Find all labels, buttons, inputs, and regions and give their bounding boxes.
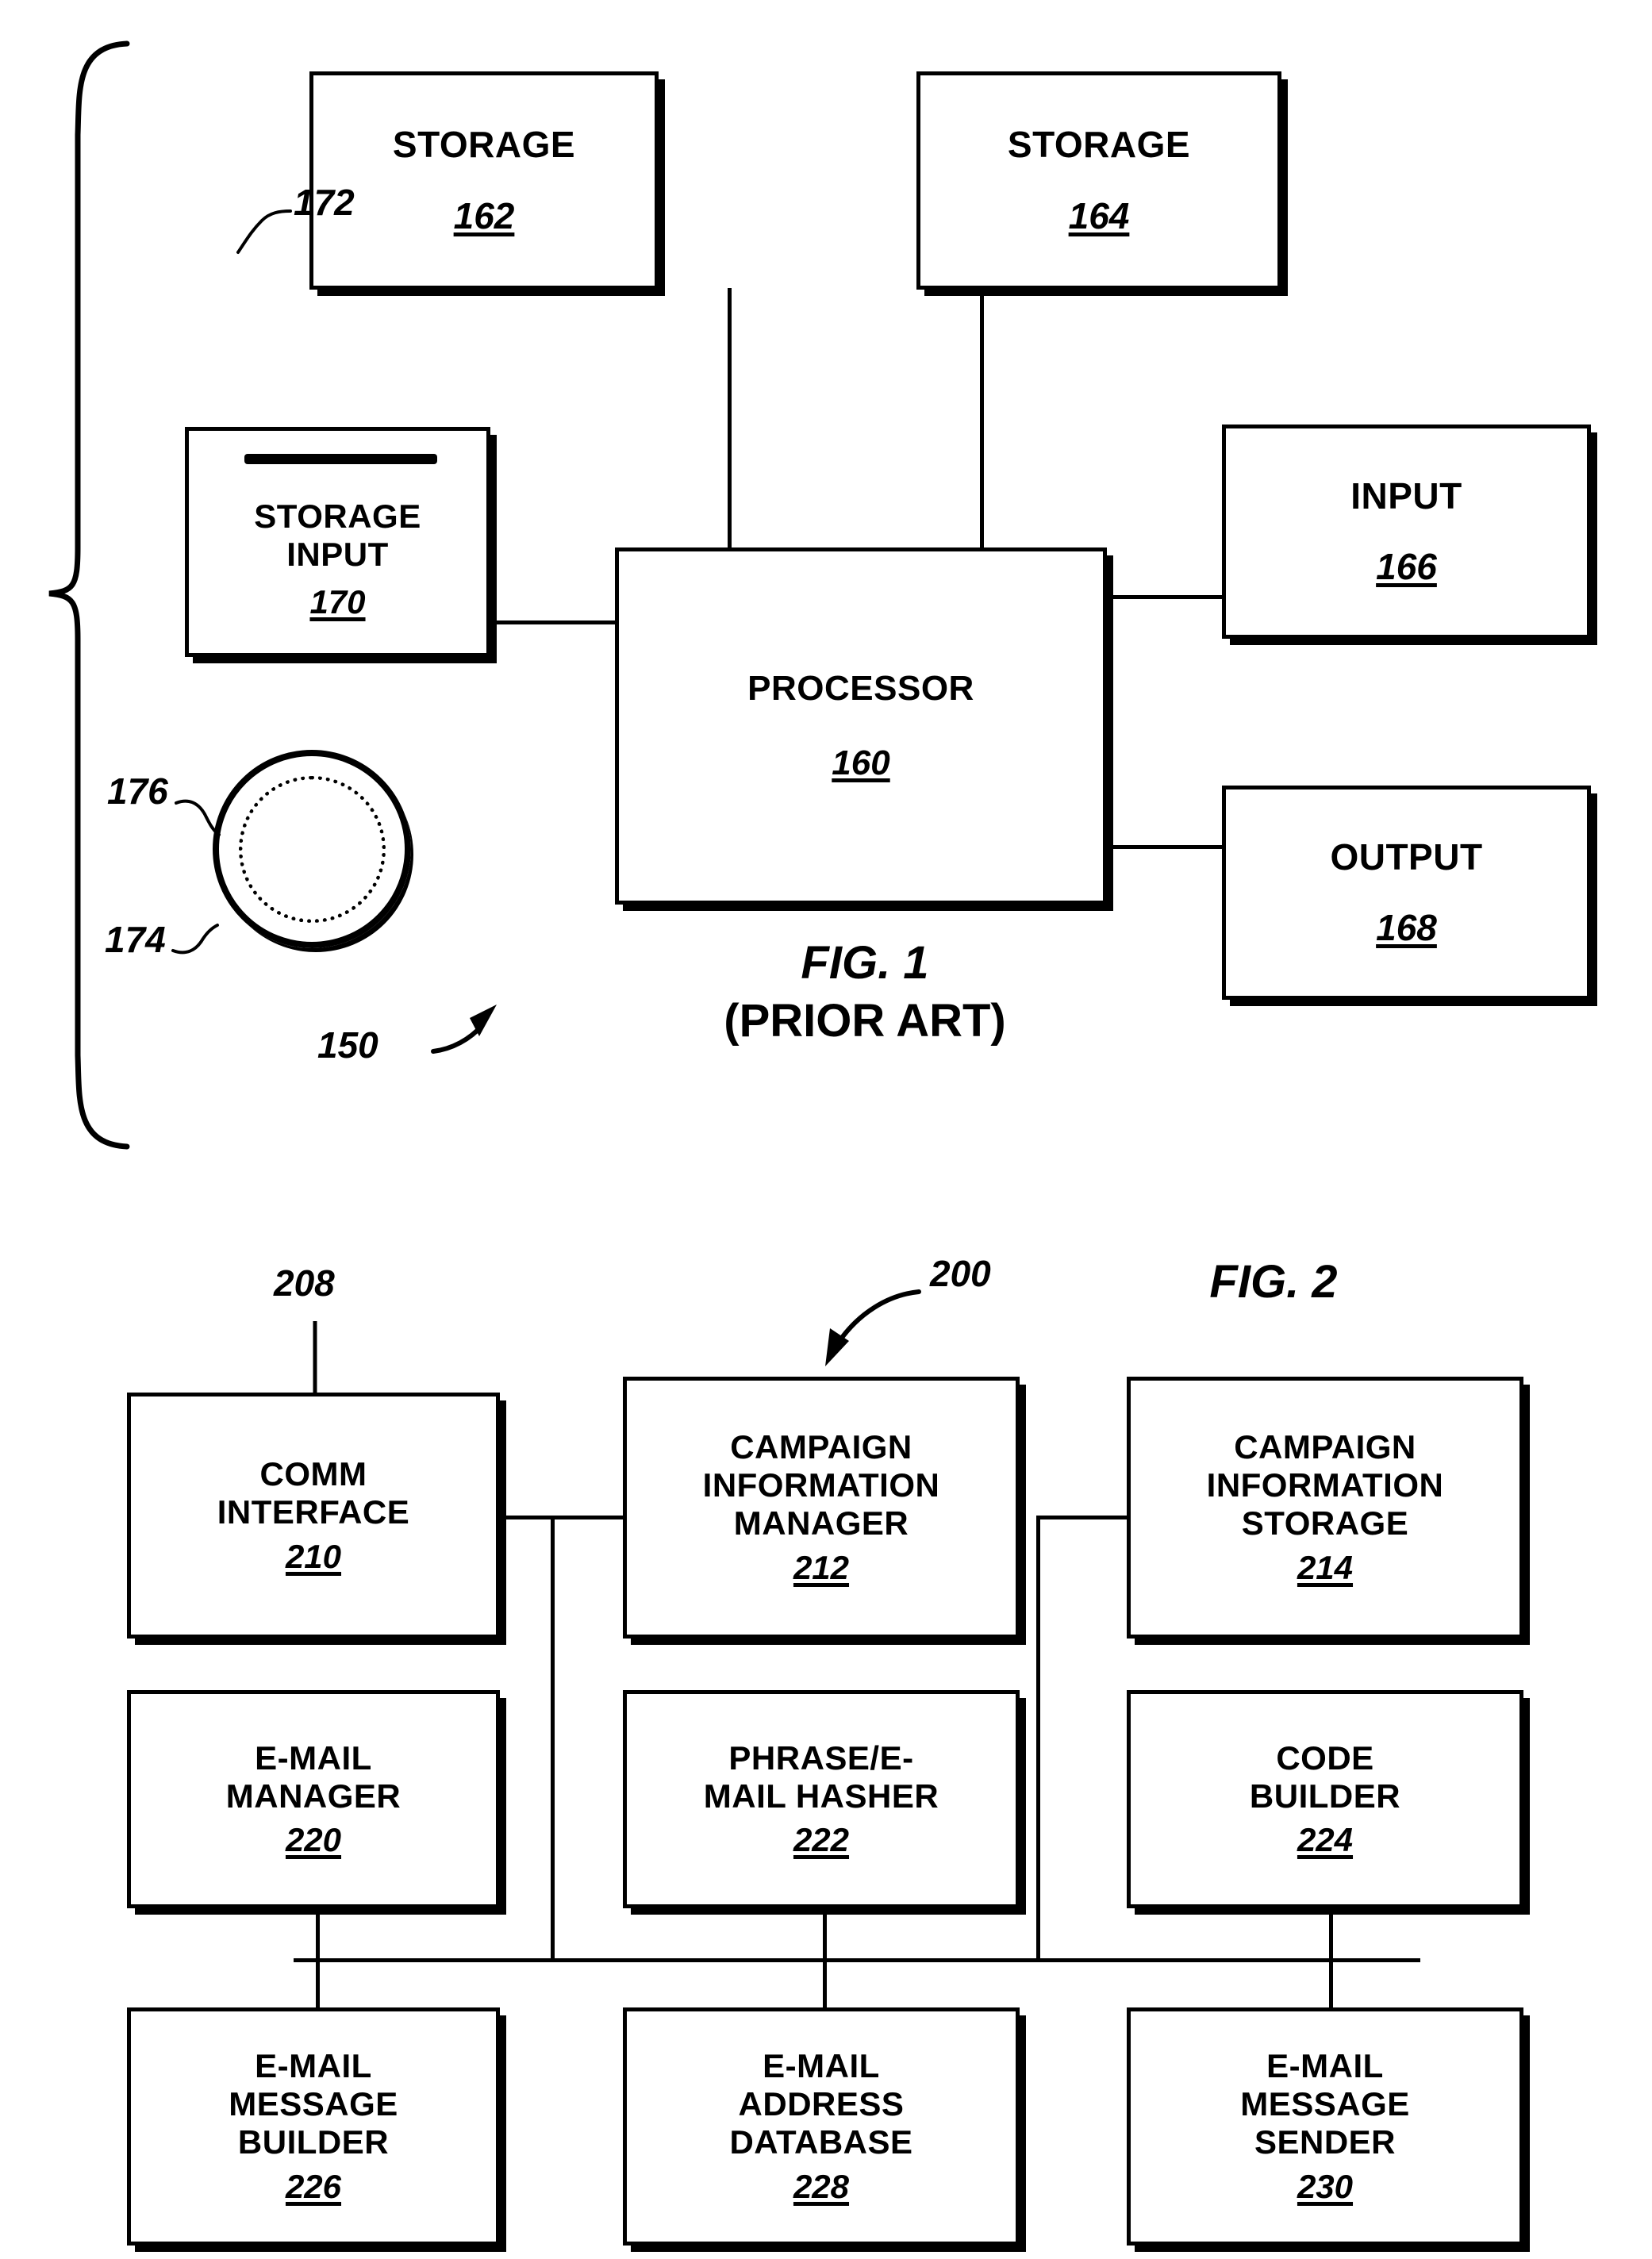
figure2-connector-bus-messagesender — [1329, 1958, 1333, 2007]
figure1-input-166-label: INPUT — [1350, 474, 1462, 517]
patent-drawing-sheet: STORAGE 162 STORAGE 164 STORAGE INPUT 17… — [0, 0, 1652, 2259]
figure2-email-manager-220-box[interactable]: E-MAIL MANAGER 220 — [127, 1690, 500, 1908]
figure2-campaign-information-manager-212-label: CAMPAIGN INFORMATION MANAGER — [702, 1428, 940, 1542]
figure2-connector-hasher-bus — [823, 1904, 827, 1961]
figure1-output-168-box[interactable]: OUTPUT 168 — [1222, 786, 1591, 1000]
figure2-connector-codebuilder-bus — [1329, 1904, 1333, 1961]
figure2-connector-rightbus-bottombus — [1036, 1904, 1040, 1961]
figure2-connector-emailmanager-bus — [316, 1904, 320, 1961]
figure2-email-address-database-228-label: E-MAIL ADDRESS DATABASE — [729, 2047, 913, 2161]
figure1-input-166-refnum: 166 — [1376, 546, 1437, 588]
figure2-phrase-email-hasher-222-box[interactable]: PHRASE/E- MAIL HASHER 222 — [623, 1690, 1020, 1908]
figure1-connector-storage164-processor — [980, 288, 984, 550]
figure2-network-ref-208: 208 — [274, 1262, 335, 1304]
figure2-phrase-email-hasher-222-label: PHRASE/E- MAIL HASHER — [703, 1738, 939, 1815]
figure1-connector-storage162-processor — [728, 288, 732, 550]
figure2-campaign-information-storage-214-label: CAMPAIGN INFORMATION STORAGE — [1206, 1428, 1444, 1542]
figure2-bus-left-vertical — [551, 1516, 555, 1960]
figure1-output-168-label: OUTPUT — [1330, 836, 1483, 878]
figure1-processor-160-refnum: 160 — [832, 743, 890, 783]
disk-inner-surface-icon — [238, 775, 386, 923]
figure2-comm-interface-210-label: COMM INTERFACE — [217, 1455, 410, 1531]
figure2-caption-number: FIG. 2 — [1209, 1256, 1338, 1308]
figure2-email-message-sender-230-box[interactable]: E-MAIL MESSAGE SENDER 230 — [1127, 2007, 1523, 2246]
figure1-callout-176: 176 — [107, 770, 168, 812]
figure2-connector-bus-messagebuilder — [316, 1958, 320, 2007]
figure2-code-builder-224-label: CODE BUILDER — [1249, 1738, 1401, 1815]
figure2-email-message-builder-226-box[interactable]: E-MAIL MESSAGE BUILDER 226 — [127, 2007, 500, 2246]
figure1-storage-input-170-refnum: 170 — [309, 582, 366, 620]
figure1-connector-storageinput-processor — [489, 620, 617, 624]
figure2-email-manager-220-refnum: 220 — [285, 1821, 342, 1859]
figure2-campaign-information-storage-214-box[interactable]: CAMPAIGN INFORMATION STORAGE 214 — [1127, 1377, 1523, 1639]
figure2-phrase-email-hasher-222-refnum: 222 — [793, 1821, 850, 1859]
figure2-bottom-distribution-bus — [294, 1958, 1420, 1962]
figure2-connector-leftbus-bottombus — [551, 1904, 555, 1961]
figure1-disk-media-icon — [213, 750, 411, 948]
figure2-code-builder-224-box[interactable]: CODE BUILDER 224 — [1127, 1690, 1523, 1908]
figure1-media-slot-icon — [244, 454, 437, 464]
figure1-storage-162-refnum: 162 — [453, 194, 515, 236]
figure1-connector-processor-input — [1105, 595, 1224, 599]
figure1-storage-164-box[interactable]: STORAGE 164 — [916, 71, 1281, 290]
figure2-email-message-sender-230-label: E-MAIL MESSAGE SENDER — [1240, 2047, 1410, 2161]
figure2-comm-interface-210-box[interactable]: COMM INTERFACE 210 — [127, 1393, 500, 1639]
figure1-caption: FIG. 1 (PRIOR ART) — [659, 936, 1071, 1047]
figure1-connector-processor-output — [1105, 845, 1224, 849]
figure2-campaign-information-storage-214-refnum: 214 — [1297, 1548, 1354, 1586]
figure1-storage-input-170-label: STORAGE INPUT — [254, 498, 421, 573]
figure1-storage-162-box[interactable]: STORAGE 162 — [309, 71, 659, 290]
figure2-connector-bus-addressdb — [823, 1958, 827, 2007]
figure2-campaign-information-manager-212-box[interactable]: CAMPAIGN INFORMATION MANAGER 212 — [623, 1377, 1020, 1639]
figure2-email-message-sender-230-refnum: 230 — [1297, 2167, 1354, 2205]
figure2-system-ref-200: 200 — [930, 1253, 991, 1294]
figure2-email-address-database-228-refnum: 228 — [793, 2167, 850, 2205]
figure1-caption-subtitle: (PRIOR ART) — [724, 995, 1006, 1047]
figure2-campaign-information-manager-212-refnum: 212 — [793, 1548, 850, 1586]
figure1-processor-160-label: PROCESSOR — [747, 668, 974, 708]
figure1-storage-162-label: STORAGE — [392, 124, 576, 166]
figure1-callout-174: 174 — [105, 919, 166, 960]
figure1-storage-164-refnum: 164 — [1068, 194, 1130, 236]
figure1-input-166-box[interactable]: INPUT 166 — [1222, 425, 1591, 639]
figure1-callout-172: 172 — [294, 182, 355, 223]
figure2-email-message-builder-226-label: E-MAIL MESSAGE BUILDER — [229, 2047, 398, 2161]
figure1-processor-160-box[interactable]: PROCESSOR 160 — [615, 547, 1107, 905]
figure2-email-manager-220-label: E-MAIL MANAGER — [225, 1738, 401, 1815]
figure1-output-168-refnum: 168 — [1376, 907, 1437, 949]
figure2-email-message-builder-226-refnum: 226 — [285, 2167, 342, 2205]
figure2-email-address-database-228-box[interactable]: E-MAIL ADDRESS DATABASE 228 — [623, 2007, 1020, 2246]
figure2-code-builder-224-refnum: 224 — [1297, 1821, 1354, 1859]
figure2-caption: FIG. 2 — [1154, 1255, 1393, 1308]
figure1-system-ref-150: 150 — [317, 1024, 378, 1066]
figure1-storage-164-label: STORAGE — [1007, 124, 1191, 166]
figure1-caption-number: FIG. 1 — [801, 937, 929, 989]
figure2-bus-right-vertical — [1036, 1516, 1040, 1960]
figure2-comm-interface-210-refnum: 210 — [285, 1537, 342, 1575]
